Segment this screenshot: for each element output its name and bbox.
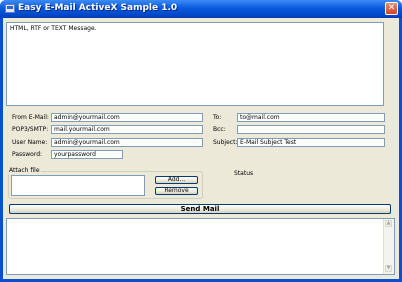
to-field[interactable]: to@mail.com: [237, 113, 385, 122]
send-mail-button[interactable]: Send Mail: [9, 204, 391, 214]
bcc-label: Bcc:: [213, 126, 226, 133]
message-body-textarea[interactable]: HTML, RTF or TEXT Message.: [6, 22, 384, 106]
password-field[interactable]: yourpassword: [51, 150, 123, 159]
attach-file-legend: Attach file: [8, 167, 41, 174]
attachment-list[interactable]: [11, 175, 145, 196]
add-attachment-button[interactable]: Add...: [155, 176, 198, 184]
title-bar[interactable]: Easy E-Mail ActiveX Sample 1.0 ✕: [0, 0, 402, 18]
bcc-field[interactable]: [237, 125, 385, 134]
pop3-smtp-field[interactable]: mail.yourmail.com: [51, 125, 203, 134]
from-email-label: From E-Mail:: [12, 114, 49, 121]
user-name-label: User Name:: [12, 139, 48, 146]
to-label: To:: [213, 114, 222, 121]
status-log-textarea[interactable]: [6, 218, 395, 275]
remove-attachment-button[interactable]: Remove: [155, 187, 198, 195]
user-name-field[interactable]: admin@yourmail.com: [51, 138, 203, 147]
password-label: Password:: [12, 151, 43, 158]
subject-field[interactable]: E-Mail Subject Test: [237, 138, 385, 147]
status-label: Status: [234, 170, 254, 177]
client-area: HTML, RTF or TEXT Message. From E-Mail: …: [3, 18, 399, 279]
message-placeholder: HTML, RTF or TEXT Message.: [10, 25, 97, 32]
subject-label: Subject:: [213, 139, 238, 146]
scroll-down-icon[interactable]: ▼: [385, 265, 392, 272]
from-email-field[interactable]: admin@yourmail.com: [51, 113, 203, 122]
scroll-up-icon[interactable]: ▲: [385, 220, 392, 227]
close-icon[interactable]: ✕: [385, 2, 398, 15]
log-scrollbar[interactable]: ▲ ▼: [383, 219, 394, 274]
app-window: Easy E-Mail ActiveX Sample 1.0 ✕ HTML, R…: [0, 0, 402, 282]
pop3-smtp-label: POP3/SMTP:: [12, 126, 49, 133]
window-title: Easy E-Mail ActiveX Sample 1.0: [18, 3, 178, 13]
envelope-app-icon[interactable]: [5, 4, 15, 13]
